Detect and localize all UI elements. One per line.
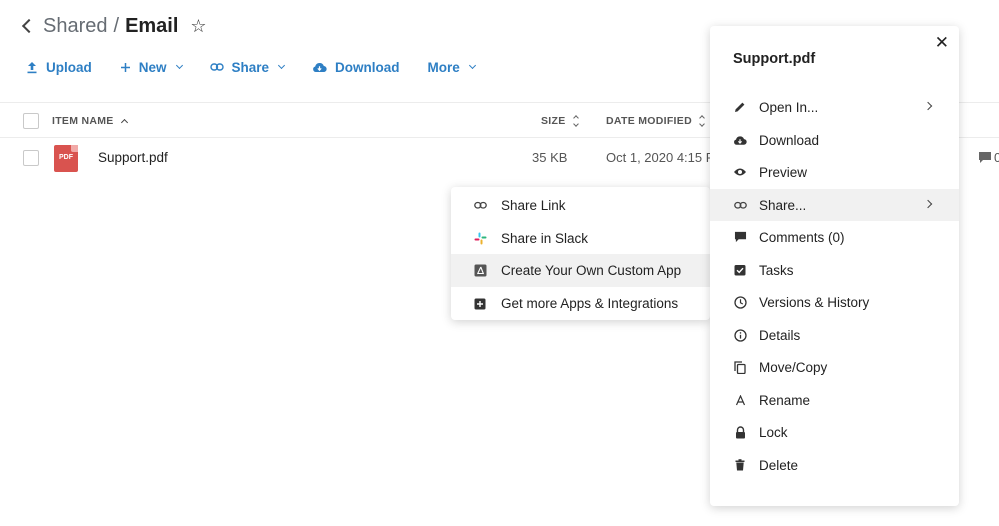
share-link-item[interactable]: Share Link <box>451 189 710 222</box>
menu-item-label: Lock <box>759 424 788 440</box>
new-button[interactable]: New <box>120 59 183 75</box>
column-size-label: SIZE <box>541 115 566 127</box>
column-item-name[interactable]: ITEM NAME <box>52 115 128 127</box>
chevron-down-icon <box>468 61 476 70</box>
comment-count: 0 <box>994 150 999 165</box>
menu-item-versions[interactable]: Versions & History <box>710 286 959 318</box>
menu-item-comments[interactable]: Comments (0) <box>710 221 959 253</box>
link-icon <box>209 63 224 71</box>
row-checkbox[interactable] <box>23 150 39 166</box>
create-custom-app-item[interactable]: Create Your Own Custom App <box>451 254 710 287</box>
menu-item-share[interactable]: Share... <box>710 189 959 221</box>
comment-icon <box>733 230 747 244</box>
task-check-icon <box>733 263 747 277</box>
download-button[interactable]: Download <box>312 60 400 75</box>
breadcrumb-parent[interactable]: Shared <box>43 15 108 38</box>
sort-icon <box>572 115 579 127</box>
column-item-name-label: ITEM NAME <box>52 115 114 127</box>
download-label: Download <box>335 59 400 75</box>
share-button[interactable]: Share <box>209 59 286 75</box>
menu-item-label: Preview <box>759 164 808 180</box>
menu-item-rename[interactable]: Rename <box>710 384 959 416</box>
breadcrumb: Shared / Email ☆ <box>21 12 207 40</box>
menu-item-label: Share... <box>759 197 807 213</box>
link-icon <box>733 198 747 212</box>
menu-item-download[interactable]: Download <box>710 124 959 156</box>
menu-title: Support.pdf <box>733 51 816 67</box>
share-in-slack-item[interactable]: Share in Slack <box>451 222 710 255</box>
eye-icon <box>733 165 747 179</box>
toolbar: Upload New Share Download More <box>26 57 503 77</box>
file-context-menu: ✕ Support.pdf Open In... Download Previe… <box>710 26 959 506</box>
trash-icon <box>733 458 747 472</box>
share-submenu: Share Link Share in Slack Create Your Ow… <box>451 187 710 320</box>
chevron-right-icon <box>923 199 933 209</box>
cloud-download-icon <box>313 62 327 72</box>
plus-box-icon <box>473 297 487 311</box>
upload-icon <box>27 61 37 73</box>
menu-item-label: Move/Copy <box>759 359 828 375</box>
more-button[interactable]: More <box>427 59 476 75</box>
get-more-apps-item[interactable]: Get more Apps & Integrations <box>451 287 710 320</box>
star-icon[interactable]: ☆ <box>190 17 206 35</box>
share-link-label: Share Link <box>501 198 566 213</box>
menu-item-label: Delete <box>759 457 799 473</box>
get-more-apps-label: Get more Apps & Integrations <box>501 296 679 311</box>
clock-icon <box>733 295 747 309</box>
menu-item-label: Tasks <box>759 262 794 278</box>
menu-item-label: Rename <box>759 392 811 408</box>
plus-icon <box>120 62 130 72</box>
pencil-icon <box>733 100 747 114</box>
link-icon <box>473 199 487 213</box>
more-label: More <box>427 59 460 75</box>
menu-item-open-in[interactable]: Open In... <box>710 91 959 123</box>
menu-item-label: Open In... <box>759 99 819 115</box>
sort-icon <box>699 115 705 127</box>
column-date-modified-label: DATE MODIFIED <box>606 115 692 127</box>
menu-item-label: Details <box>759 327 801 343</box>
menu-item-label: Comments (0) <box>759 229 845 245</box>
close-icon[interactable]: ✕ <box>935 34 949 51</box>
file-date-modified: Oct 1, 2020 4:15 P <box>606 150 715 165</box>
create-custom-app-label: Create Your Own Custom App <box>501 263 682 278</box>
cloud-download-icon <box>733 133 747 147</box>
page-title: Email <box>125 14 179 37</box>
file-type-label: PDF <box>59 154 73 161</box>
pdf-file-icon: PDF <box>54 145 78 172</box>
copy-icon <box>733 360 747 374</box>
select-all-checkbox[interactable] <box>23 113 39 129</box>
custom-app-icon <box>473 264 487 278</box>
menu-item-move-copy[interactable]: Move/Copy <box>710 351 959 383</box>
menu-item-label: Versions & History <box>759 294 870 310</box>
share-in-slack-label: Share in Slack <box>501 231 589 246</box>
share-label: Share <box>231 59 270 75</box>
rename-icon <box>733 393 747 407</box>
upload-button[interactable]: Upload <box>26 60 92 75</box>
menu-item-details[interactable]: Details <box>710 319 959 351</box>
info-icon <box>733 328 747 342</box>
column-date-modified[interactable]: DATE MODIFIED <box>606 115 705 127</box>
menu-item-preview[interactable]: Preview <box>710 156 959 188</box>
chevron-right-icon <box>923 101 933 111</box>
upload-label: Upload <box>46 59 92 75</box>
breadcrumb-separator: / <box>113 14 120 37</box>
back-chevron-icon[interactable] <box>21 18 37 34</box>
chevron-down-icon <box>175 61 183 70</box>
slack-icon <box>473 232 487 246</box>
menu-item-tasks[interactable]: Tasks <box>710 254 959 286</box>
menu-item-delete[interactable]: Delete <box>710 449 959 481</box>
sort-ascending-icon <box>120 118 128 127</box>
lock-icon <box>733 425 747 439</box>
comment-icon[interactable] <box>978 151 992 164</box>
new-label: New <box>138 59 167 75</box>
column-size[interactable]: SIZE <box>541 115 579 127</box>
menu-item-label: Download <box>759 132 820 148</box>
file-size: 35 KB <box>532 150 568 165</box>
menu-item-lock[interactable]: Lock <box>710 416 959 448</box>
chevron-down-icon <box>278 61 286 70</box>
file-name[interactable]: Support.pdf <box>98 150 168 165</box>
